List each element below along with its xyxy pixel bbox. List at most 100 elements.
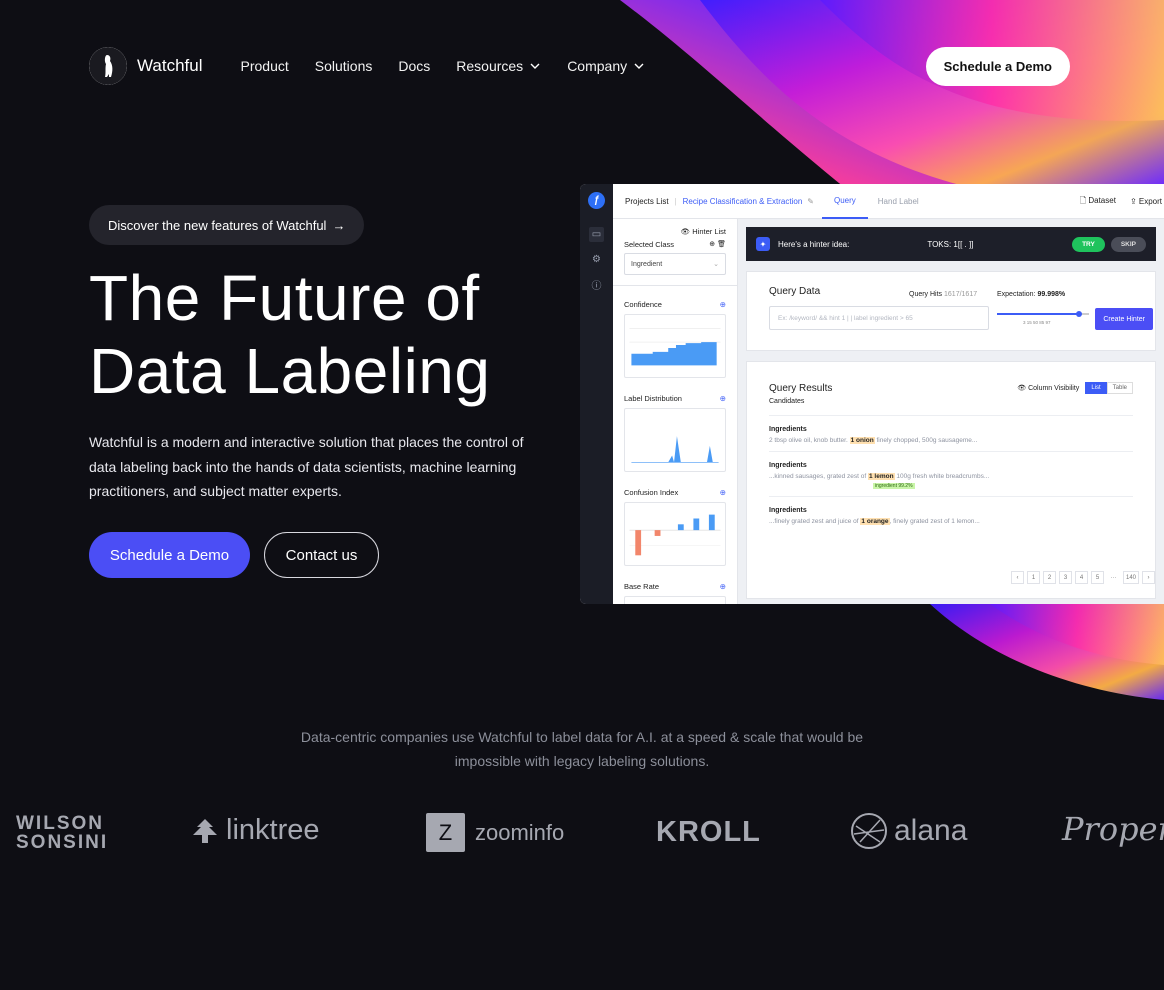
- tab-hand-label[interactable]: Hand Label: [868, 197, 929, 206]
- new-features-pill[interactable]: Discover the new features of Watchful →: [89, 205, 365, 245]
- selected-class-label: Selected Class: [624, 240, 675, 249]
- contact-us-button[interactable]: Contact us: [264, 532, 379, 578]
- page-5[interactable]: 5: [1090, 571, 1104, 584]
- confusion-index-card-title: Confusion Index ⊕: [624, 488, 726, 497]
- linktree-wordmark: linktree: [226, 814, 320, 846]
- settings-icon: ⚙: [592, 254, 601, 265]
- selected-class-row: Selected Class ⊕ 🗑: [624, 240, 726, 249]
- try-button[interactable]: TRY: [1072, 236, 1105, 252]
- nav-docs[interactable]: Docs: [398, 58, 430, 74]
- alana-wordmark: alana: [894, 814, 968, 847]
- create-hinter-button[interactable]: Create Hinter: [1095, 308, 1153, 330]
- page-3[interactable]: 3: [1058, 571, 1072, 584]
- query-data-title: Query Data: [769, 286, 821, 297]
- page-prev[interactable]: ‹: [1010, 571, 1024, 584]
- nav-schedule-demo-button[interactable]: Schedule a Demo: [925, 46, 1070, 86]
- confusion-index-label: Confusion Index: [624, 488, 679, 497]
- zoom-icon[interactable]: ⊕: [720, 488, 726, 497]
- export-button[interactable]: ⇪ Export: [1130, 197, 1162, 206]
- page-next[interactable]: ›: [1142, 571, 1155, 584]
- result-pre: ...kinned sausages, grated zest of: [769, 473, 869, 480]
- confusion-index-card: Confusion Index ⊕: [624, 488, 726, 568]
- base-rate-label: Base Rate: [624, 582, 660, 591]
- app-screenshot: ƒ ▭ ⚙ ⓘ Projects List | Recipe Classific…: [580, 184, 1164, 604]
- result-pre: 2 tbsp olive oil, knob butter.: [769, 437, 850, 444]
- linktree-icon: [193, 818, 217, 843]
- new-features-label: Discover the new features of Watchful: [108, 217, 327, 233]
- top-nav: Watchful Product Solutions Docs Resource…: [89, 46, 1070, 86]
- customers-tagline: Data-centric companies use Watchful to l…: [300, 729, 864, 769]
- kroll-wordmark: KROLL: [656, 816, 761, 848]
- nav-product[interactable]: Product: [241, 58, 289, 74]
- crumb-project[interactable]: Recipe Classification & Extraction: [683, 197, 803, 206]
- expectation-value: 99.998%: [1037, 291, 1066, 298]
- column-visibility-toggle[interactable]: 👁 Column Visibility: [1017, 384, 1079, 392]
- query-data-panel: Query Data Query Hits 1617/1617 Expectat…: [746, 271, 1156, 351]
- lightbulb-icon: ✦: [756, 237, 770, 251]
- app-logo-icon: ƒ: [588, 192, 605, 209]
- candidates-label: Candidates: [769, 398, 805, 405]
- wilson-line-1: WILSON: [16, 813, 104, 834]
- list-view-button[interactable]: List: [1085, 382, 1107, 394]
- nav-solutions[interactable]: Solutions: [315, 58, 373, 74]
- page-2[interactable]: 2: [1042, 571, 1056, 584]
- result-item[interactable]: Ingredients ...kinned sausages, grated z…: [769, 451, 1133, 496]
- nav-resources[interactable]: Resources: [456, 58, 541, 74]
- tab-query[interactable]: Query: [821, 184, 868, 219]
- result-heading: Ingredients: [769, 507, 807, 514]
- zoom-icon[interactable]: ⊕: [720, 300, 726, 309]
- expectation-slider[interactable]: [995, 310, 1091, 328]
- crumb-projects-list[interactable]: Projects List: [625, 197, 669, 206]
- app-sidebar-rail: ƒ ▭ ⚙ ⓘ: [580, 184, 613, 604]
- class-action-icons[interactable]: ⊕ 🗑: [709, 240, 726, 249]
- hero-schedule-demo-button[interactable]: Schedule a Demo: [89, 532, 250, 578]
- page-ellipsis: ···: [1110, 574, 1117, 581]
- app-main-panel: ✦ Here's a hinter idea: TOKS: 1[[ . ]] T…: [738, 219, 1164, 604]
- folder-icon: ▭: [589, 227, 604, 242]
- query-results-panel: Query Results 👁 Column Visibility List T…: [746, 361, 1156, 599]
- page-1[interactable]: 1: [1026, 571, 1040, 584]
- class-select[interactable]: Ingredient ⌄: [624, 253, 726, 275]
- zoom-icon[interactable]: ⊕: [720, 394, 726, 403]
- result-text: ...kinned sausages, grated zest of 1 lem…: [769, 473, 1133, 480]
- linktree-logo: linktree: [190, 814, 320, 847]
- table-view-button[interactable]: Table: [1106, 382, 1133, 394]
- label-distribution-card: Label Distribution ⊕: [624, 394, 726, 474]
- expectation-label: Expectation:: [997, 291, 1036, 298]
- result-item[interactable]: Ingredients ...finely grated zest and ju…: [769, 496, 1133, 532]
- dataset-label: Dataset: [1088, 195, 1116, 205]
- page-140[interactable]: 140: [1122, 571, 1139, 584]
- result-pre: ...finely grated zest and juice of: [769, 518, 861, 525]
- main-menu: Product Solutions Docs Resources Company: [241, 58, 646, 74]
- chevron-down-icon: ⌄: [713, 261, 719, 268]
- base-rate-chart: [624, 596, 726, 604]
- hinter-list-toggle[interactable]: 👁 Hinter List: [624, 227, 726, 236]
- zoominfo-logo: Z zoominfo: [426, 813, 564, 852]
- share-icon: ⇪: [1129, 197, 1137, 206]
- skip-button[interactable]: SKIP: [1110, 236, 1146, 252]
- result-item[interactable]: Ingredients 2 tbsp olive oil, knob butte…: [769, 415, 1133, 451]
- nav-company[interactable]: Company: [567, 58, 645, 74]
- eye-icon: 👁: [680, 227, 691, 236]
- confusion-index-chart: [624, 502, 726, 566]
- result-text: 2 tbsp olive oil, knob butter. 1 onion f…: [769, 437, 1133, 444]
- customer-logos: WILSON SONSINI linktree Z zoominfo KROLL…: [0, 806, 1164, 862]
- result-post: , finely grated zest of 1 lemon...: [889, 518, 980, 525]
- hinter-idea-label: Here's a hinter idea:: [778, 239, 850, 249]
- hinter-idea-bar: ✦ Here's a hinter idea: TOKS: 1[[ . ]] T…: [746, 227, 1156, 261]
- result-highlight: 1 lemon: [868, 473, 895, 480]
- hinter-idea-toks: TOKS: 1[[ . ]]: [927, 239, 974, 249]
- query-results-header: Query Results 👁 Column Visibility List T…: [769, 382, 1133, 394]
- page-4[interactable]: 4: [1074, 571, 1088, 584]
- class-select-value: Ingredient: [631, 260, 663, 268]
- query-hits-value: 1617/1617: [944, 291, 978, 298]
- column-visibility-label: Column Visibility: [1028, 385, 1080, 392]
- confidence-card: Confidence ⊕: [613, 285, 737, 380]
- edit-icon[interactable]: ✎: [807, 197, 814, 206]
- meerkat-logo-icon: [89, 47, 127, 85]
- hero-title-line-2: Data Labeling: [89, 335, 491, 407]
- brand-logo[interactable]: Watchful: [89, 47, 203, 85]
- zoom-icon[interactable]: ⊕: [720, 582, 726, 591]
- dataset-button[interactable]: 🗋 Dataset: [1080, 195, 1116, 209]
- query-input[interactable]: Ex: /keyword/ && hint 1 | | label ingred…: [769, 306, 989, 330]
